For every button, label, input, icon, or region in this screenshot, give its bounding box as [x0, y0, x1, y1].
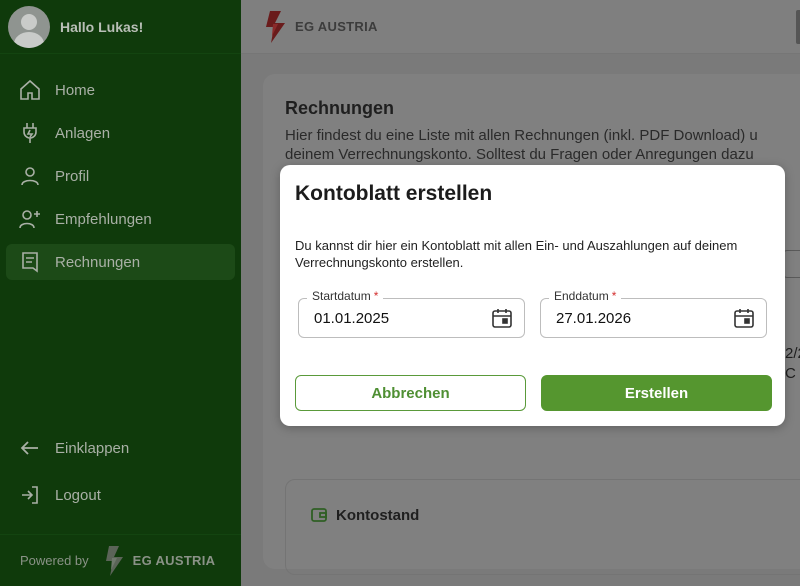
- sidebar-item-anlagen[interactable]: Anlagen: [6, 115, 235, 151]
- start-date-field[interactable]: Startdatum * 01.01.2025: [298, 289, 525, 338]
- sidebar: Hallo Lukas! Home Anlagen Profil Empfehl…: [0, 0, 241, 586]
- powered-by-text: Powered by: [20, 553, 89, 568]
- sidebar-item-empfehlungen[interactable]: Empfehlungen: [6, 201, 235, 237]
- wallet-icon: [311, 508, 327, 522]
- partial-text-1: 2/2: [785, 345, 800, 362]
- sidebar-item-label: Rechnungen: [55, 253, 141, 271]
- footer-brand-text: EG AUSTRIA: [132, 553, 216, 568]
- account-balance-label: Kontostand: [336, 506, 420, 524]
- top-bar: EG AUSTRIA: [241, 0, 800, 54]
- sidebar-nav: Home Anlagen Profil Empfehlungen Rechnun…: [0, 72, 241, 287]
- logout-icon: [22, 486, 38, 504]
- end-date-label-text: Enddatum: [554, 289, 609, 303]
- required-mark: *: [373, 289, 379, 303]
- top-right-control[interactable]: [796, 10, 800, 44]
- sidebar-item-rechnungen[interactable]: Rechnungen: [6, 244, 235, 280]
- home-icon: [20, 79, 40, 100]
- sidebar-item-profil[interactable]: Profil: [6, 158, 235, 194]
- calendar-icon[interactable]: [733, 307, 755, 329]
- arrow-left-icon: [20, 441, 38, 455]
- powered-by-footer: Powered by EG AUSTRIA: [0, 534, 241, 586]
- bolt-logo-icon: [266, 10, 285, 43]
- logout-label: Logout: [55, 486, 101, 504]
- collapse-button[interactable]: Einklappen: [6, 430, 235, 466]
- description-line-1: Hier findest du eine Liste mit allen Rec…: [285, 127, 758, 144]
- header-logo[interactable]: EG AUSTRIA: [263, 9, 378, 45]
- page-title: Rechnungen: [285, 98, 395, 118]
- partial-text-2: C: [785, 365, 796, 382]
- bolt-logo-icon: [105, 545, 123, 576]
- collapse-label: Einklappen: [55, 439, 130, 457]
- plug-icon: [23, 123, 37, 143]
- start-date-label-text: Startdatum: [312, 289, 371, 303]
- user-header: Hallo Lukas!: [0, 0, 241, 54]
- start-date-label: Startdatum *: [307, 289, 384, 303]
- end-date-value[interactable]: 27.01.2026: [556, 310, 631, 327]
- end-date-field[interactable]: Enddatum * 27.01.2026: [540, 289, 767, 338]
- dialog-description: Du kannst dir hier ein Kontoblatt mit al…: [295, 238, 738, 270]
- dialog-title: Kontoblatt erstellen: [295, 182, 493, 205]
- document-button[interactable]: [783, 250, 800, 278]
- create-button[interactable]: Erstellen: [541, 375, 772, 411]
- sidebar-bottom: Einklappen Logout: [0, 430, 241, 524]
- cancel-button[interactable]: Abbrechen: [295, 375, 526, 411]
- sidebar-item-label: Empfehlungen: [55, 210, 152, 228]
- create-statement-dialog: Kontoblatt erstellen Du kannst dir hier …: [280, 165, 785, 426]
- greeting: Hallo Lukas!: [60, 18, 144, 35]
- receipt-icon: [22, 252, 38, 273]
- page-description: Hier findest du eine Liste mit allen Rec…: [285, 126, 800, 164]
- description-line-2: deinem Verrechnungskonto. Solltest du Fr…: [285, 146, 754, 163]
- end-date-label: Enddatum *: [549, 289, 622, 303]
- sidebar-item-label: Anlagen: [55, 124, 111, 142]
- user-plus-icon: [19, 210, 40, 229]
- user-icon: [21, 167, 39, 186]
- sidebar-item-home[interactable]: Home: [6, 72, 235, 108]
- footer-brand: EG AUSTRIA: [103, 544, 216, 578]
- account-balance-title: Kontostand: [310, 506, 419, 524]
- sidebar-item-label: Profil: [55, 167, 90, 185]
- header-brand-text: EG AUSTRIA: [295, 19, 378, 34]
- sidebar-item-label: Home: [55, 81, 96, 99]
- avatar[interactable]: [8, 5, 50, 48]
- account-balance-card: Kontostand: [285, 479, 800, 575]
- calendar-icon[interactable]: [491, 307, 513, 329]
- partial-row-text: 2/2 C: [785, 344, 800, 384]
- required-mark: *: [611, 289, 617, 303]
- start-date-value[interactable]: 01.01.2025: [314, 310, 389, 327]
- logout-button[interactable]: Logout: [6, 477, 235, 513]
